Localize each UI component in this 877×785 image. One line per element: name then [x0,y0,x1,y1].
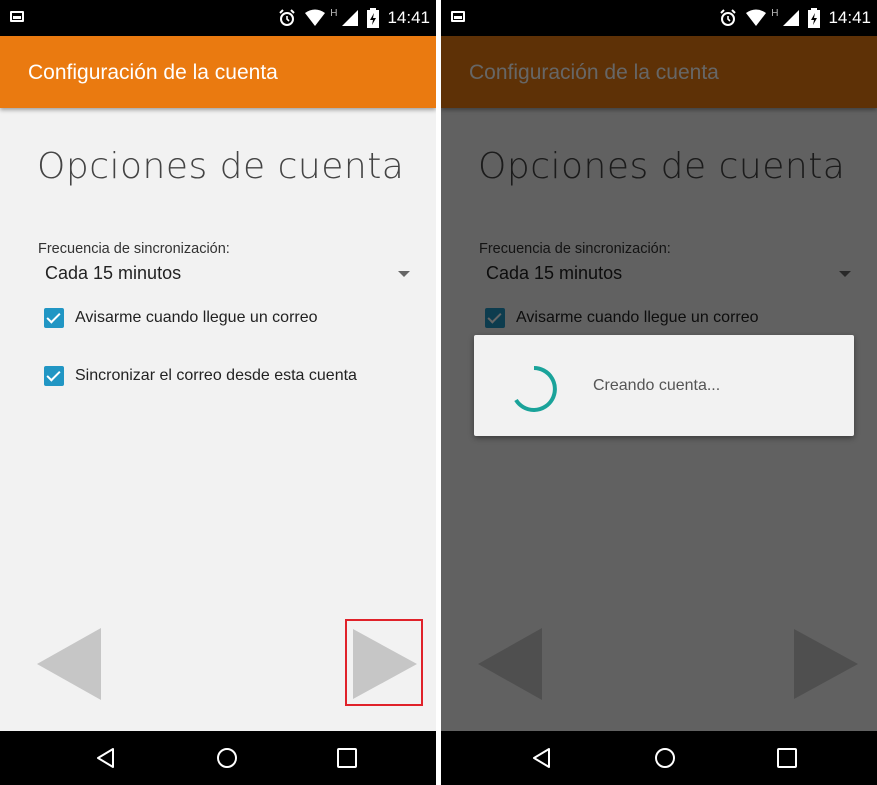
progress-dialog: Creando cuenta... [474,335,854,436]
checkbox-checked-icon[interactable] [44,366,64,386]
dialog-message: Creando cuenta... [593,377,721,394]
network-type-label: H [330,7,338,19]
status-bar: H 14:41 [441,0,877,36]
app-bar: Configuración de la cuenta [0,36,436,108]
status-time: 14:41 [828,8,871,27]
image-notification-icon [451,11,465,22]
app-bar-title: Configuración de la cuenta [28,61,278,84]
wifi-icon [746,9,767,26]
recents-icon[interactable] [335,746,359,770]
checkbox-checked-icon[interactable] [44,308,64,328]
sync-checkbox-label[interactable]: Sincronizar el correo desde esta cuenta [75,367,357,385]
network-type-label: H [771,7,779,19]
previous-arrow-icon[interactable] [37,628,101,700]
dropdown-arrow-icon[interactable] [398,271,410,277]
system-nav-bar [441,731,877,785]
status-bar: H 14:41 [0,0,436,36]
wifi-icon [305,9,326,26]
phone-screen-left: H 14:41 Configuración de la cuenta Opcio… [0,0,436,785]
back-icon[interactable] [530,746,554,770]
status-time: 14:41 [387,8,430,27]
system-nav-bar [0,731,436,785]
sync-checkbox-row[interactable]: Sincronizar el correo desde esta cuenta [44,366,357,386]
battery-charging-icon [808,8,821,28]
notify-checkbox-row[interactable]: Avisarme cuando llegue un correo [44,308,318,328]
next-button-highlight [345,619,423,706]
image-notification-icon [10,11,24,22]
signal-icon [342,10,359,26]
home-icon[interactable] [215,746,239,770]
loading-spinner-icon [514,366,557,412]
sync-frequency-select[interactable]: Cada 15 minutos [45,263,181,284]
notify-checkbox-label[interactable]: Avisarme cuando llegue un correo [75,309,318,327]
alarm-icon [279,9,295,26]
alarm-icon [720,9,736,26]
phone-screen-right: H 14:41 Configuración de la cuenta Opcio… [441,0,877,785]
back-icon[interactable] [94,746,118,770]
sync-frequency-label: Frecuencia de sincronización: [38,241,230,257]
signal-icon [783,10,800,26]
recents-icon[interactable] [775,746,799,770]
battery-charging-icon [367,8,380,28]
home-icon[interactable] [653,746,677,770]
page-title: Opciones de cuenta [37,146,405,187]
